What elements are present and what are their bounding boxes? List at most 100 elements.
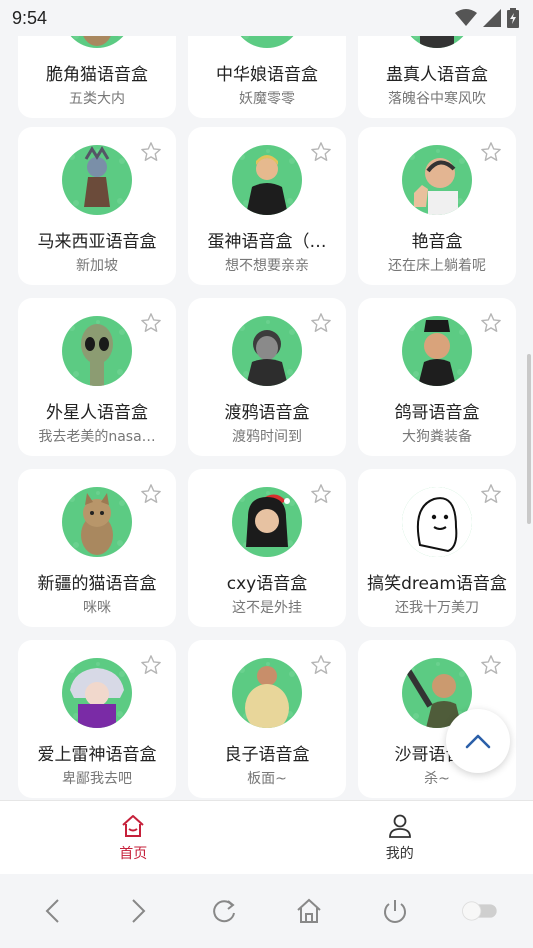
blob-face-avatar xyxy=(402,487,472,557)
forward-button[interactable] xyxy=(118,891,158,931)
avatar xyxy=(402,316,472,386)
voice-box-card[interactable]: 鸽哥语音盒大狗粪装备 xyxy=(358,298,516,456)
voice-box-card[interactable]: 外星人语音盒我去老美的nasa… xyxy=(18,298,176,456)
card-subtitle: 大狗粪装备 xyxy=(402,429,472,445)
card-title: 新疆的猫语音盒 xyxy=(37,574,157,594)
chevron-up-icon xyxy=(465,734,491,749)
favorite-star-icon[interactable] xyxy=(140,483,162,505)
voice-box-card[interactable]: 新疆的猫语音盒 咪咪 xyxy=(18,469,176,627)
card-title: 搞笑dream语音盒 xyxy=(367,574,507,594)
avatar xyxy=(62,145,132,215)
toggle-switch[interactable] xyxy=(460,891,500,931)
card-title: 外星人语音盒 xyxy=(46,403,148,423)
avatar xyxy=(402,145,472,215)
tab-mine[interactable]: 我的 xyxy=(267,801,533,874)
favorite-star-icon[interactable] xyxy=(310,141,332,163)
chevron-right-icon xyxy=(132,899,146,923)
card-subtitle: 我去老美的nasa… xyxy=(38,429,156,445)
signal-icon xyxy=(483,9,501,27)
voice-box-card[interactable]: 搞笑dream语音盒还我十万美刀 xyxy=(358,469,516,627)
card-subtitle: 这不是外挂 xyxy=(232,600,302,616)
favorite-star-icon[interactable] xyxy=(140,312,162,334)
toggle-icon xyxy=(462,901,497,921)
person-icon xyxy=(388,814,411,838)
wifi-icon xyxy=(455,9,477,26)
status-bar: 9:54 xyxy=(0,0,533,36)
card-title: 脆角猫语音盒 xyxy=(46,65,148,85)
card-subtitle: 落魄谷中寒风吹 xyxy=(388,91,486,107)
favorite-star-icon[interactable] xyxy=(480,141,502,163)
santa-hat-avatar xyxy=(239,491,295,548)
voice-box-card[interactable]: 马来西亚语音盒新加坡 xyxy=(18,127,176,285)
avatar xyxy=(62,316,132,386)
card-subtitle: 卑鄙我去吧 xyxy=(62,771,132,787)
big-man-avatar xyxy=(239,662,295,728)
warrior-avatar xyxy=(69,146,125,207)
favorite-star-icon[interactable] xyxy=(140,141,162,163)
alien-avatar xyxy=(69,320,125,386)
card-subtitle: 咪咪 xyxy=(83,600,111,616)
refresh-button[interactable] xyxy=(204,891,244,931)
house-icon xyxy=(297,898,321,923)
card-title: 鸽哥语音盒 xyxy=(394,403,480,423)
card-subtitle: 五类大内 xyxy=(69,91,125,107)
voice-box-card[interactable]: 良子语音盒板面~ xyxy=(188,640,346,798)
favorite-star-icon[interactable] xyxy=(480,312,502,334)
voice-box-card[interactable]: 艳音盒还在床上躺着呢 xyxy=(358,127,516,285)
tab-mine-label: 我的 xyxy=(385,845,414,862)
card-subtitle: 想不想要亲亲 xyxy=(225,258,309,274)
card-subtitle: 还在床上躺着呢 xyxy=(388,258,486,274)
bottom-tab-bar: 首页 我的 xyxy=(0,800,533,874)
card-title: 中华娘语音盒 xyxy=(216,65,318,85)
tab-home[interactable]: 首页 xyxy=(0,801,267,874)
battery-icon xyxy=(507,8,519,28)
avatar xyxy=(62,658,132,728)
voice-box-card[interactable]: 蛋神语音盒（… 想不想要亲亲 xyxy=(188,127,346,285)
avatar xyxy=(62,487,132,557)
avatar xyxy=(402,487,472,557)
card-title: 蛊真人语音盒 xyxy=(386,65,488,85)
card-subtitle: 渡鸦时间到 xyxy=(232,429,302,445)
scroll-to-top-button[interactable] xyxy=(446,709,510,773)
avatar xyxy=(232,487,302,557)
favorite-star-icon[interactable] xyxy=(480,483,502,505)
card-title: 艳音盒 xyxy=(411,232,463,252)
card-title: 渡鸦语音盒 xyxy=(224,403,310,423)
tab-home-label: 首页 xyxy=(119,845,148,862)
favorite-star-icon[interactable] xyxy=(310,654,332,676)
favorite-star-icon[interactable] xyxy=(310,483,332,505)
avatar xyxy=(232,316,302,386)
home-nav-button[interactable] xyxy=(289,891,329,931)
status-icons xyxy=(455,8,519,28)
browser-nav-bar xyxy=(0,874,533,948)
card-subtitle: 还我十万美刀 xyxy=(395,600,479,616)
voice-box-card[interactable]: 爱上雷神语音盒 卑鄙我去吧 xyxy=(18,640,176,798)
cat-avatar xyxy=(69,491,125,555)
card-title: 蛋神语音盒（… xyxy=(207,232,327,252)
favorite-star-icon[interactable] xyxy=(310,312,332,334)
power-button[interactable] xyxy=(375,891,415,931)
scrollbar[interactable] xyxy=(527,354,531,524)
voice-box-card[interactable]: cxy语音盒这不是外挂 xyxy=(188,469,346,627)
favorite-star-icon[interactable] xyxy=(480,654,502,676)
hat-man-avatar xyxy=(409,320,465,386)
voice-box-card[interactable]: 渡鸦语音盒渡鸦时间到 xyxy=(188,298,346,456)
anime-avatar xyxy=(69,662,125,728)
card-title: 良子语音盒 xyxy=(224,745,310,765)
power-icon xyxy=(383,900,406,923)
card-subtitle: 妖魔零零 xyxy=(239,91,295,107)
chevron-left-icon xyxy=(45,899,59,923)
yellow-hair-man-avatar xyxy=(239,149,295,215)
avatar xyxy=(232,658,302,728)
card-title: 马来西亚语音盒 xyxy=(37,232,157,252)
card-title: cxy语音盒 xyxy=(226,574,308,594)
refresh-icon xyxy=(212,900,235,923)
favorite-star-icon[interactable] xyxy=(140,654,162,676)
status-time: 9:54 xyxy=(12,7,48,28)
card-subtitle: 板面~ xyxy=(247,771,287,787)
back-button[interactable] xyxy=(33,891,73,931)
home-icon xyxy=(122,814,144,837)
thumbs-up-man-avatar xyxy=(409,149,465,215)
card-subtitle: 新加坡 xyxy=(76,258,118,274)
masked-man-avatar xyxy=(239,320,295,386)
